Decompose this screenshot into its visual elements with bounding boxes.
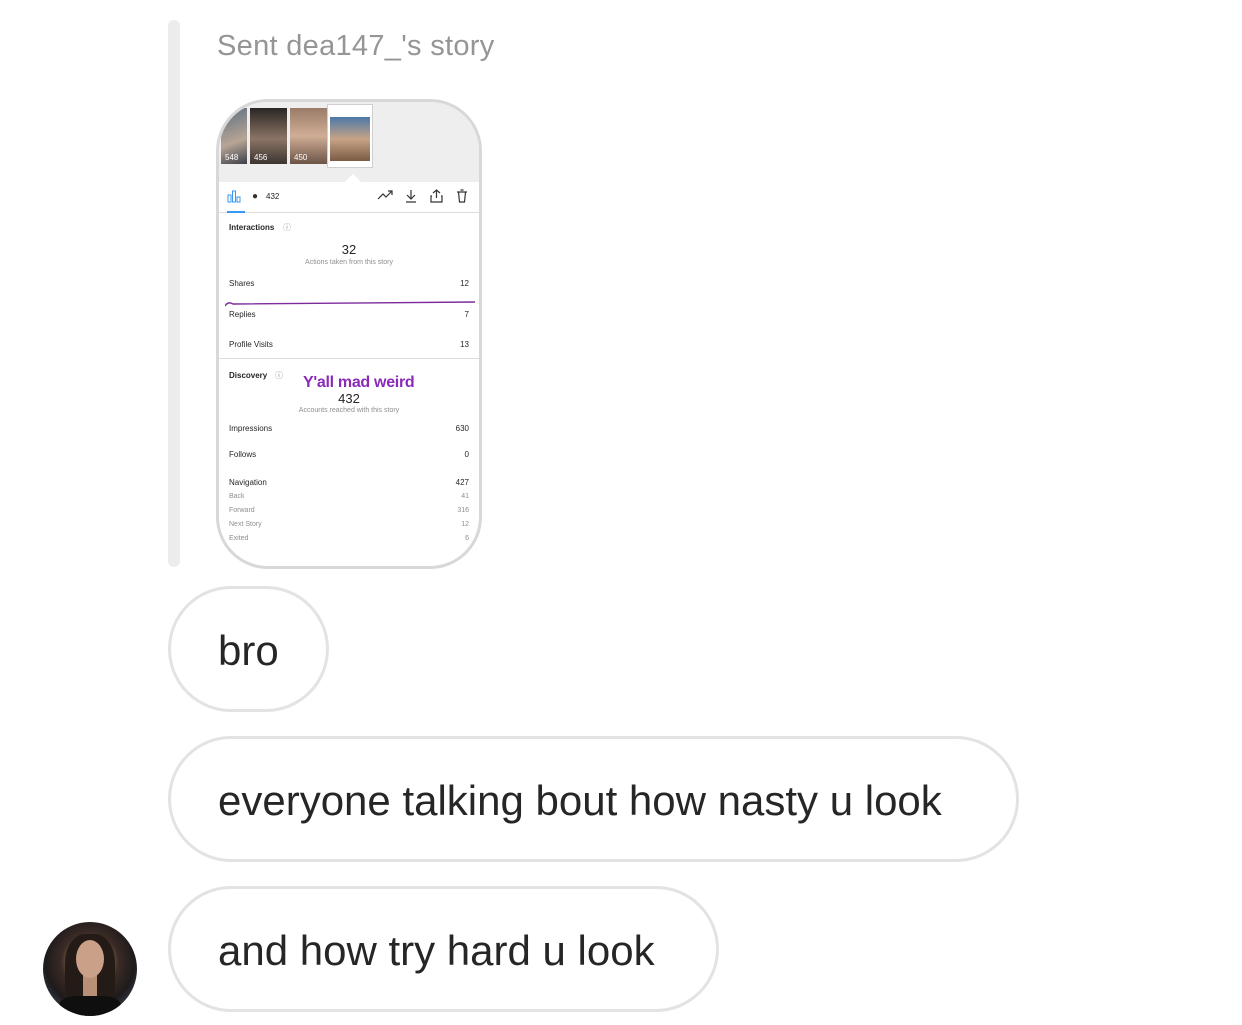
sent-story-label: Sent dea147_'s story <box>217 30 495 62</box>
stat-label: Navigation <box>229 478 267 487</box>
stat-value: 13 <box>460 340 469 349</box>
stat-sublabel: Back <box>229 493 245 500</box>
stat-subvalue: 6 <box>465 535 469 542</box>
interactions-title: Interactions <box>229 223 275 232</box>
message-text: and how try hard u look <box>218 927 655 974</box>
interactions-total: 32 <box>341 242 357 257</box>
share-icon <box>430 189 443 206</box>
story-thumbnail-strip: 548 456 450 <box>219 102 479 182</box>
stat-subvalue: 12 <box>461 521 469 528</box>
message-text: everyone talking bout how nasty u look <box>218 777 942 824</box>
stat-label: Replies <box>229 310 256 319</box>
info-icon: ⓘ <box>283 223 291 232</box>
selected-caret <box>345 174 361 182</box>
discovery-caption: Accounts reached with this story <box>298 407 400 414</box>
trash-icon <box>456 189 468 206</box>
reply-thread-bar <box>168 20 180 567</box>
text-sticker: Y'all mad weird <box>303 374 415 391</box>
message-bubble[interactable]: everyone talking bout how nasty u look <box>168 736 1019 862</box>
message-bubble[interactable]: and how try hard u look <box>168 886 719 1012</box>
eye-icon: ● <box>252 191 259 202</box>
message-bubble[interactable]: bro <box>168 586 329 712</box>
stat-sublabel: Next Story <box>229 521 262 528</box>
stat-sublabel: Forward <box>229 507 255 514</box>
section-divider <box>219 358 479 359</box>
stat-value: 7 <box>464 310 469 319</box>
stat-label: Follows <box>229 450 257 459</box>
thumb-views: 450 <box>294 153 308 162</box>
thumb-views: 456 <box>254 153 268 162</box>
discovery-total: 432 <box>338 391 360 406</box>
sender-avatar[interactable] <box>43 922 137 1016</box>
stat-value: 427 <box>455 478 469 487</box>
views-count: 432 <box>266 192 280 201</box>
shared-story-preview[interactable]: 548 456 450 ● 432 Interactions ⓘ 32 Acti… <box>216 99 482 569</box>
discovery-title: Discovery <box>229 371 268 380</box>
stat-sublabel: Exited <box>229 535 249 542</box>
stat-label: Profile Visits <box>229 340 273 349</box>
story-thumbnail: 450 <box>290 108 327 164</box>
interactions-caption: Actions taken from this story <box>305 259 393 266</box>
story-thumbnail: 456 <box>250 108 287 164</box>
thumb-views: 548 <box>225 153 239 162</box>
story-insights-toolbar: ● 432 <box>219 182 479 213</box>
stat-value: 630 <box>455 424 469 433</box>
active-tab-underline <box>227 211 245 213</box>
stat-value: 12 <box>460 279 469 288</box>
trend-icon <box>377 189 393 204</box>
message-text: bro <box>218 627 279 674</box>
stat-subvalue: 41 <box>461 493 469 500</box>
stat-value: 0 <box>464 450 469 459</box>
purple-drawn-line <box>225 301 475 307</box>
story-thumbnail-selected <box>327 104 373 168</box>
stat-subvalue: 316 <box>457 507 469 514</box>
download-icon <box>405 189 417 206</box>
stat-label: Impressions <box>229 424 273 433</box>
avatar-top <box>59 996 121 1016</box>
avatar-face <box>76 940 104 978</box>
info-icon: ⓘ <box>275 371 283 380</box>
story-thumbnail: 548 <box>221 108 247 164</box>
stat-label: Shares <box>229 279 255 288</box>
bar-chart-icon <box>227 189 241 206</box>
